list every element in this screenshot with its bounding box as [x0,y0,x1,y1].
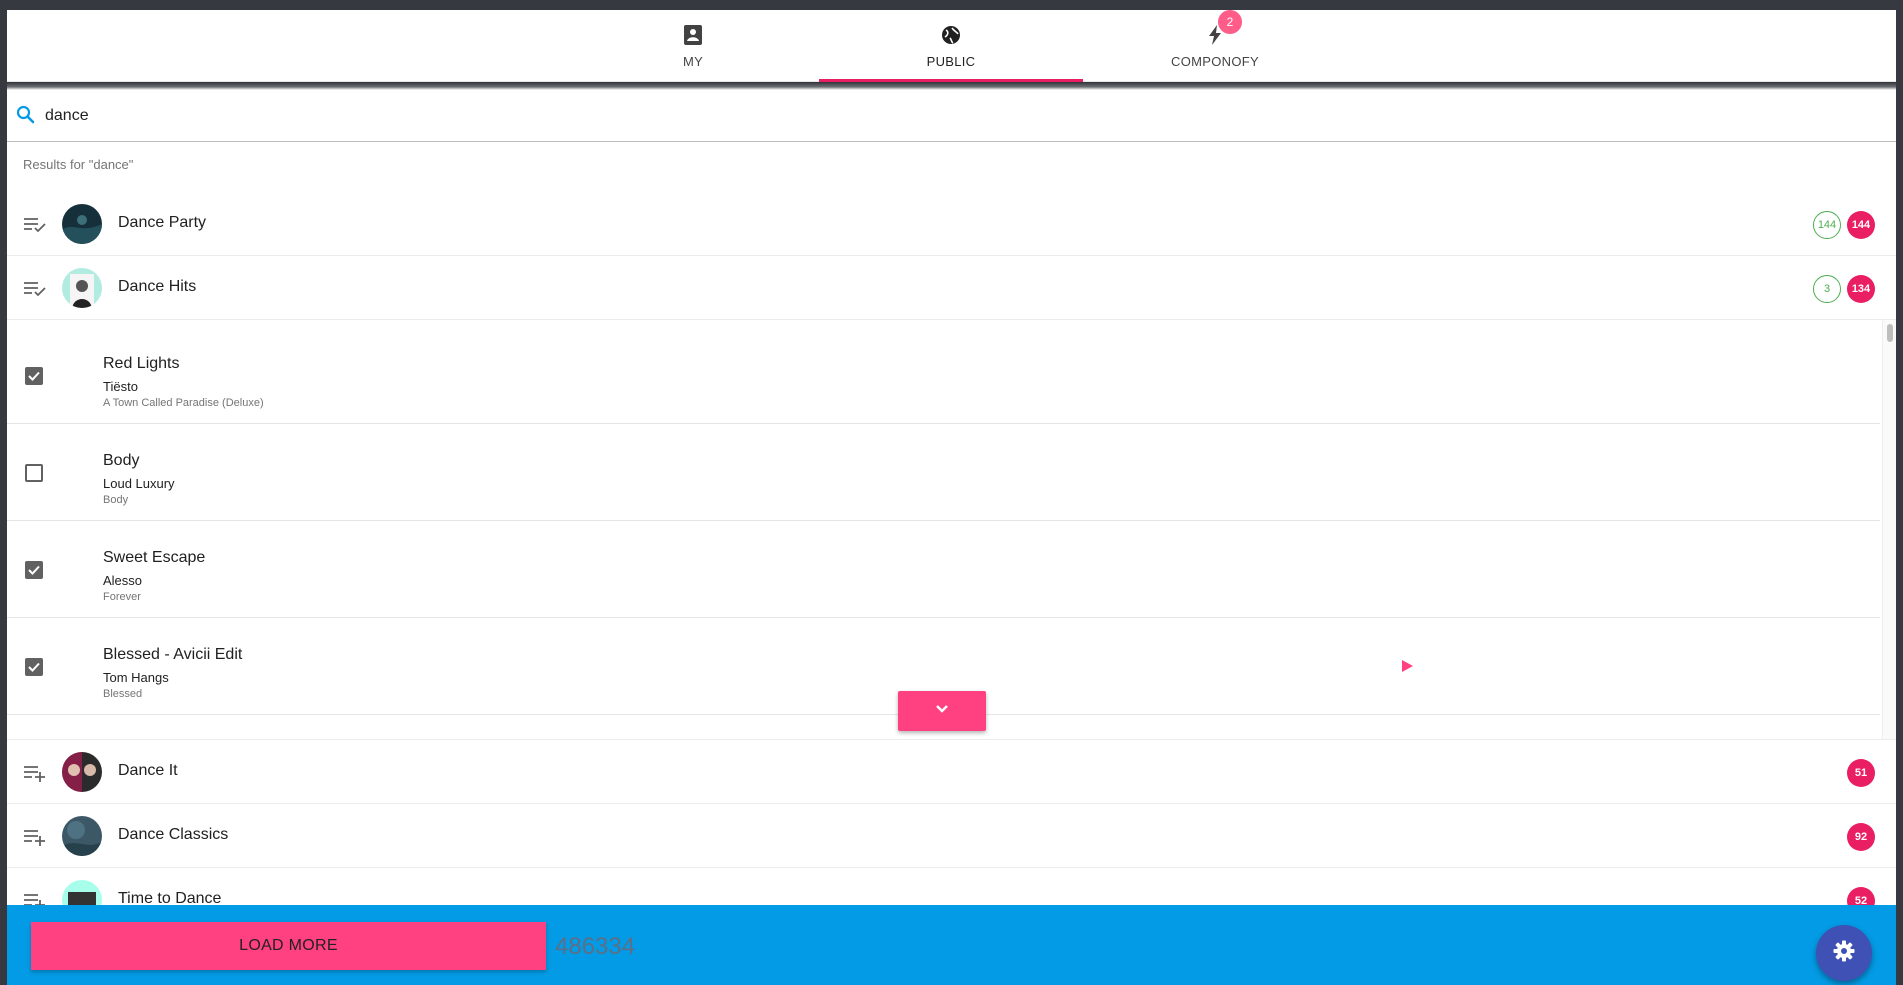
playlist-row[interactable]: Dance Hits 3 134 [7,256,1896,320]
track-artist: Loud Luxury [103,476,175,491]
playlist-avatar [62,752,102,792]
playlist-avatar [62,816,102,856]
footer-bar: LOAD MORE 486334 [7,905,1896,985]
track-name: Blessed - Avicii Edit [103,646,243,663]
playlist-add-icon[interactable] [23,825,47,847]
playlist-title: Dance Party [118,214,207,231]
track-name: Body [103,452,140,469]
track-row[interactable]: Body Loud Luxury Body [7,424,1880,521]
contact-icon [682,24,704,46]
results-label: Results for "dance" [23,157,134,172]
tab-bar: MY PUBLIC 2 COMPONOFY [7,10,1896,82]
track-album: Body [103,494,129,506]
flash-icon: 2 [1204,10,1242,46]
app-window: MY PUBLIC 2 COMPONOFY Results for "dance… [7,10,1896,985]
total-results-count: 486334 [555,933,636,960]
track-name: Red Lights [103,355,180,372]
playlist-check-icon[interactable] [23,277,47,299]
track-row[interactable]: Sweet Escape Alesso Forever [7,521,1880,618]
track-count: 144 [1847,211,1875,239]
selected-count: 3 [1813,275,1841,303]
track-list[interactable]: Red Lights Tiësto A Town Called Paradise… [7,320,1896,740]
track-name: Sweet Escape [103,549,206,566]
notification-badge: 2 [1218,10,1242,34]
collapse-button[interactable] [898,691,986,731]
playlist-row[interactable]: Dance Party 144 144 [7,192,1896,256]
track-artist: Tiësto [103,379,138,394]
search-icon [15,104,37,126]
track-count: 134 [1847,275,1875,303]
track-count: 92 [1847,823,1875,851]
selected-count: 144 [1813,211,1841,239]
settings-button[interactable] [1816,925,1872,981]
track-scrollbar[interactable] [1882,320,1896,739]
play-icon[interactable] [1400,659,1414,673]
tab-public[interactable]: PUBLIC [819,10,1083,82]
track-checkbox[interactable] [25,464,43,482]
tab-my[interactable]: MY [561,10,825,82]
track-album: Blessed [103,688,143,700]
scroll-thumb[interactable] [1887,324,1893,342]
playlist-title: Dance Classics [118,826,229,843]
playlist-row[interactable]: Dance It 51 [7,740,1896,804]
globe-icon [940,24,962,46]
header-shadow [7,82,1896,90]
track-checkbox[interactable] [25,561,43,579]
playlist-avatar [62,268,102,308]
track-count: 51 [1847,759,1875,787]
track-album: Forever [103,591,141,603]
track-row[interactable]: Red Lights Tiësto A Town Called Paradise… [7,327,1880,424]
gear-icon [1833,940,1855,967]
search-bar [7,90,1896,142]
tab-componofy[interactable]: 2 COMPONOFY [1083,10,1347,82]
tab-componofy-label: COMPONOFY [1171,53,1259,69]
playlist-add-icon[interactable] [23,761,47,783]
playlist-title: Dance Hits [118,278,197,295]
tab-public-label: PUBLIC [926,53,976,69]
playlist-check-icon[interactable] [23,213,47,235]
chevron-down-icon [934,702,950,720]
playlist-row[interactable]: Dance Classics 92 [7,804,1896,868]
playlist-avatar [62,204,102,244]
track-artist: Alesso [103,573,143,588]
track-checkbox[interactable] [25,367,43,385]
track-checkbox[interactable] [25,658,43,676]
tab-my-label: MY [682,53,704,69]
search-input[interactable] [45,102,1845,130]
playlist-title: Dance It [118,762,178,779]
track-album: A Town Called Paradise (Deluxe) [103,397,264,409]
track-artist: Tom Hangs [103,670,169,685]
load-more-button[interactable]: LOAD MORE [31,922,546,970]
